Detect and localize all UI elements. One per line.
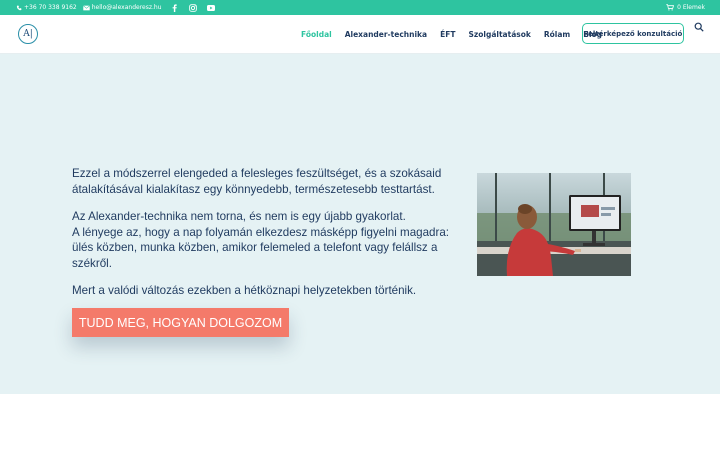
- youtube-icon: [206, 4, 215, 11]
- instagram-icon: [188, 3, 197, 12]
- youtube-link[interactable]: [206, 3, 216, 13]
- nav-item-about[interactable]: Rólam: [544, 30, 570, 39]
- email-address: hello@alexanderesz.hu: [91, 4, 162, 11]
- instagram-link[interactable]: [188, 3, 198, 13]
- top-bar: +36 70 338 9162 hello@alexanderesz.hu 0 …: [0, 0, 720, 15]
- facebook-link[interactable]: [170, 3, 180, 13]
- consultation-button[interactable]: Feltérképező konzultáció: [582, 23, 684, 44]
- cart-link[interactable]: 0 Elemek: [666, 0, 705, 15]
- phone-icon: [16, 5, 22, 10]
- nav-item-eft[interactable]: ÉFT: [440, 30, 455, 39]
- hero-paragraph-2-line-2: A lényege az, hogy a nap folyamán elkezd…: [72, 225, 450, 270]
- nav-item-alexander-technique[interactable]: Alexander-technika: [345, 30, 427, 39]
- nav-item-home[interactable]: Főoldal: [301, 30, 332, 39]
- contact-info: +36 70 338 9162 hello@alexanderesz.hu: [16, 0, 216, 15]
- email-link[interactable]: hello@alexanderesz.hu: [82, 4, 162, 11]
- hero-paragraph-1: Ezzel a módszerrel elengeded a feleslege…: [72, 167, 442, 196]
- hero-paragraph-2-line-1: Az Alexander-technika nem torna, és nem …: [72, 210, 406, 223]
- hero-section: Ezzel a módszerrel elengeded a feleslege…: [0, 54, 720, 394]
- office-photo: [477, 173, 631, 276]
- site-logo[interactable]: A|: [18, 24, 38, 44]
- phone-number: +36 70 338 9162: [24, 4, 77, 11]
- hero-paragraph-2: Az Alexander-technika nem torna, és nem …: [72, 209, 452, 271]
- search-icon[interactable]: [694, 22, 704, 32]
- facebook-icon: [172, 3, 177, 12]
- site-header: A| Főoldal Alexander-technika ÉFT Szolgá…: [0, 15, 720, 54]
- learn-more-button[interactable]: TUDD MEG, HOGYAN DOLGOZOM: [72, 308, 289, 337]
- cart-icon: [666, 4, 675, 11]
- mail-icon: [82, 4, 90, 10]
- logo-text: A|: [23, 29, 33, 39]
- hero-paragraph-3: Mert a valódi változás ezekben a hétközn…: [72, 284, 417, 297]
- nav-item-services[interactable]: Szolgáltatások: [468, 30, 530, 39]
- phone-link[interactable]: +36 70 338 9162: [16, 4, 77, 11]
- main-nav: Főoldal Alexander-technika ÉFT Szolgálta…: [301, 15, 615, 54]
- cart-count: 0 Elemek: [677, 4, 705, 11]
- hero-text: Ezzel a módszerrel elengeded a feleslege…: [72, 166, 452, 311]
